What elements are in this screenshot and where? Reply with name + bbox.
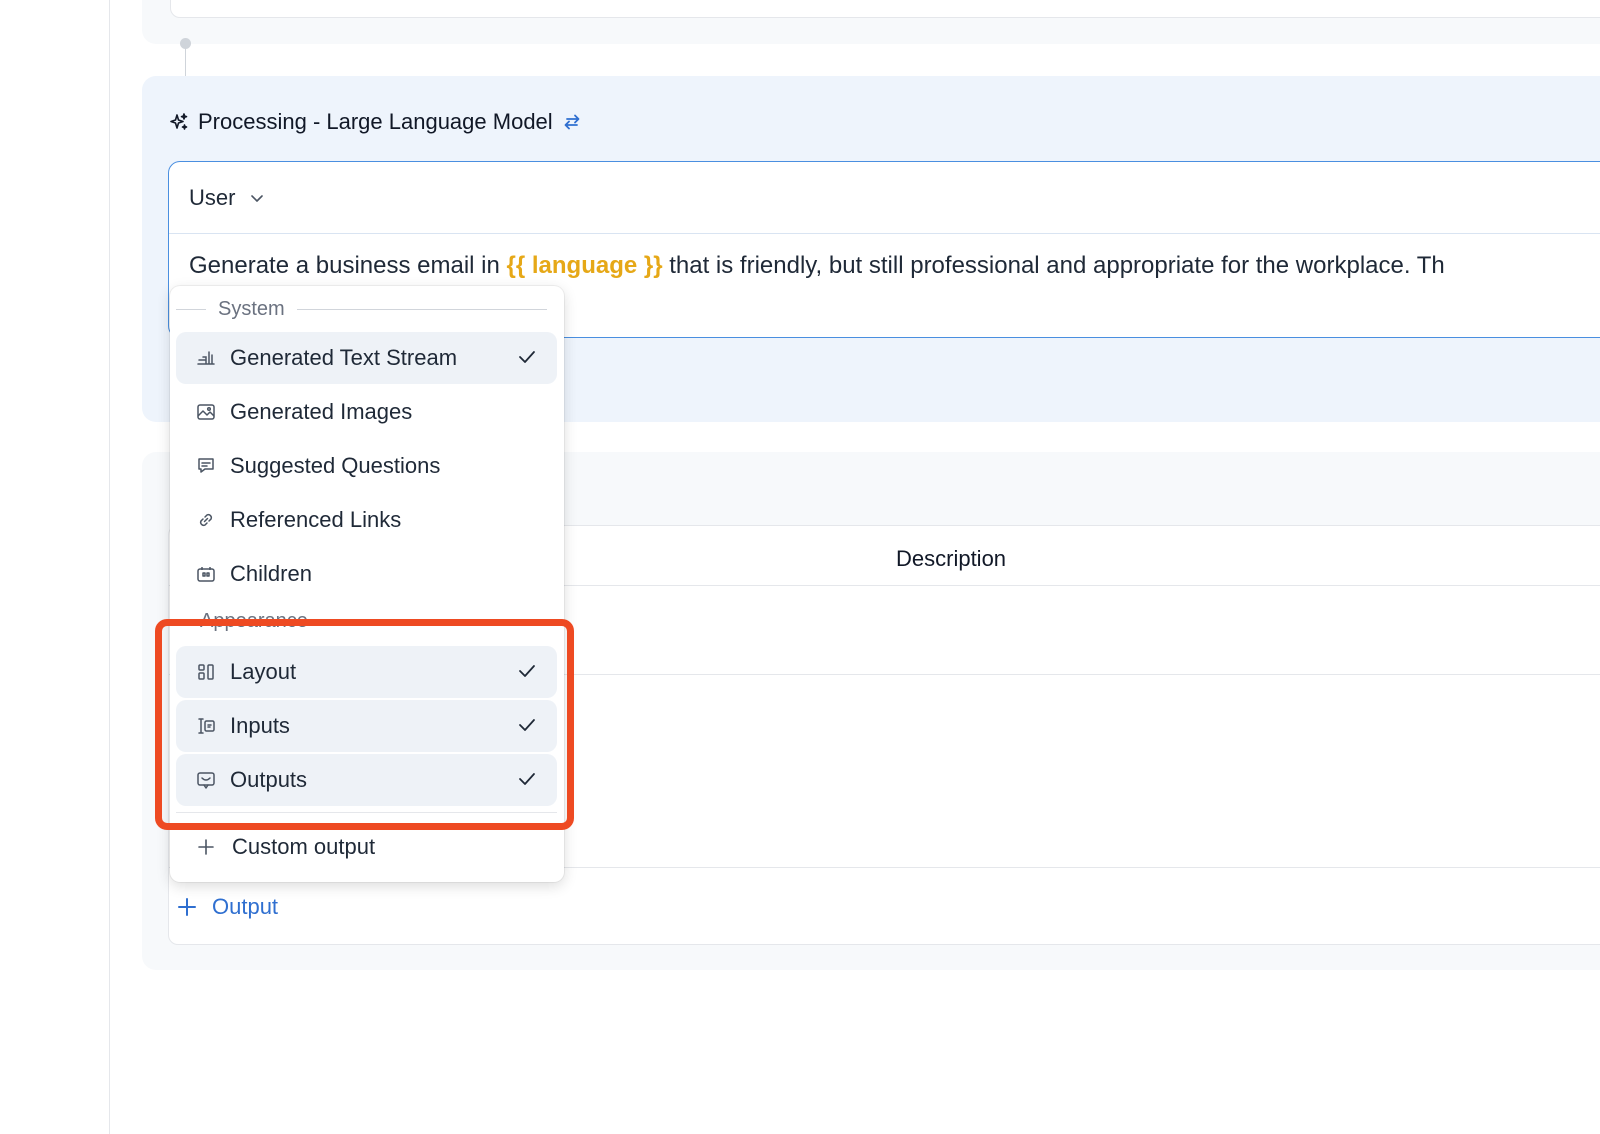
menu-item-label: Referenced Links [230,507,402,532]
menu-item-label: Layout [230,659,297,684]
prompt-text-start: Generate a business email in [189,252,507,279]
swap-icon[interactable] [561,111,583,133]
plus-icon [196,837,216,857]
children-icon [196,564,216,584]
menu-item-referenced-links[interactable]: Referenced Links [176,494,557,546]
menu-item-label: Inputs [230,713,290,738]
image-icon [196,402,216,422]
prompt-variable: {{ language }} [506,252,663,279]
menu-item-generated-text-stream[interactable]: Generated Text Stream [176,332,557,384]
dropdown-divider [176,812,557,813]
role-selector[interactable]: User [169,162,1600,234]
check-icon [517,661,537,681]
chat-question-icon [196,456,216,476]
menu-item-label: Suggested Questions [230,453,441,478]
role-label: User [189,184,236,210]
left-rail [0,0,110,1134]
group-label-text: System [218,298,285,320]
output-type-dropdown: System Generated Text Stream Generated I… [170,286,564,882]
group-label-appearance: Appearance [200,610,308,633]
menu-item-layout[interactable]: Layout [176,646,557,698]
layout-icon [196,662,216,682]
check-icon [517,769,537,789]
chevron-down-icon [249,190,265,206]
custom-output-label: Custom output [232,834,376,859]
menu-item-generated-images[interactable]: Generated Images [176,386,557,438]
column-header-description: Description [896,546,1007,571]
prompt-text-end: that is friendly, but still professional… [662,252,1445,279]
menu-item-label: Generated Images [230,399,413,424]
menu-item-label: Children [230,561,312,586]
check-icon [517,715,537,735]
llm-step-header: Processing - Large Language Model [168,106,583,138]
prompt-text[interactable]: Generate a business email in {{ language… [189,252,1445,280]
group-label-system: System [176,298,547,321]
custom-output-button[interactable]: Custom output [176,822,557,872]
menu-item-label: Outputs [230,767,308,792]
group-label-text: Appearance [200,610,308,632]
sparkle-icon [168,111,190,133]
menu-item-label: Generated Text Stream [230,345,458,370]
outputs-icon [196,770,216,790]
add-output-button[interactable]: Output [176,890,278,924]
previous-step-content [170,0,1600,18]
menu-item-inputs[interactable]: Inputs [176,700,557,752]
inputs-icon [196,716,216,736]
menu-item-suggested-questions[interactable]: Suggested Questions [176,440,557,492]
text-stream-icon [196,348,216,368]
llm-step-title: Processing - Large Language Model [198,109,553,134]
plus-icon [176,896,198,918]
add-output-label: Output [212,894,279,919]
menu-item-children[interactable]: Children [176,548,557,600]
check-icon [517,347,537,367]
menu-item-outputs[interactable]: Outputs [176,754,557,806]
link-icon [196,510,216,530]
